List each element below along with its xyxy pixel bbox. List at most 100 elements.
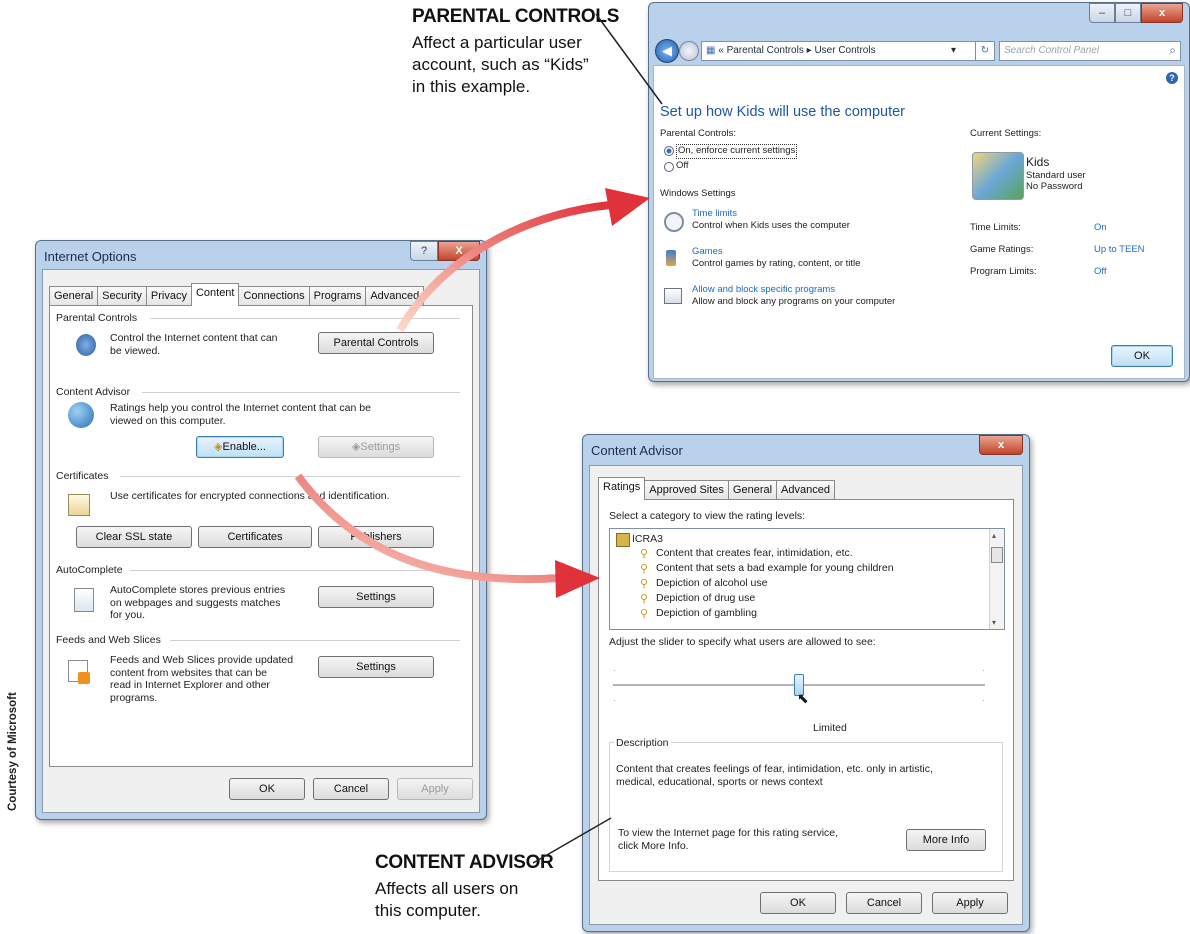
programs-link[interactable]: Allow and block specific programs — [692, 284, 835, 297]
user-controls-window: – □ x ◀ ▦ « Parental Controls ▸ User Con… — [648, 2, 1190, 382]
publishers-button[interactable]: Publishers — [318, 526, 434, 548]
category-item[interactable]: Depiction of alcohol use — [656, 577, 768, 590]
category-root[interactable]: ICRA3 — [632, 533, 663, 546]
radio-off-label[interactable]: Off — [676, 160, 689, 173]
breadcrumb-user-controls[interactable]: User Controls — [814, 45, 875, 56]
category-list[interactable]: ICRA3 ⚲ Content that creates fear, intim… — [609, 528, 1005, 630]
scrollbar[interactable]: ▴ ▾ — [989, 529, 1004, 629]
enable-button[interactable]: ◈Enable... — [196, 436, 284, 458]
tab-advanced[interactable]: Advanced — [365, 286, 425, 306]
slider-tick: · — [613, 696, 616, 705]
minimize-icon[interactable]: – — [1089, 3, 1115, 23]
help-icon[interactable]: ? — [410, 241, 438, 261]
refresh-icon[interactable]: ↻ — [975, 41, 995, 61]
radio-on-label[interactable]: On, enforce current settings — [676, 144, 798, 159]
shield-icon: ◈ — [214, 441, 223, 453]
feeds-settings-button[interactable]: Settings — [318, 656, 434, 678]
content-advisor-annotation-title: CONTENT ADVISOR — [375, 852, 554, 873]
tab-security[interactable]: Security — [97, 286, 147, 306]
text-line: on webpages and suggests matches — [110, 596, 281, 609]
window-title: Internet Options — [44, 249, 137, 264]
apply-button[interactable]: Apply — [397, 778, 473, 800]
tab-content[interactable]: Content — [190, 283, 240, 306]
tab-general[interactable]: General — [49, 286, 99, 306]
close-icon[interactable]: x — [1141, 3, 1183, 23]
content-advisor-header: Content Advisor — [56, 386, 131, 398]
mouse-cursor-icon: ⬉ — [797, 690, 809, 706]
time-limits-link[interactable]: Time limits — [692, 208, 737, 221]
cancel-button[interactable]: Cancel — [313, 778, 389, 800]
ratings-folder-icon — [616, 533, 630, 547]
ok-button[interactable]: OK — [1111, 345, 1173, 367]
certificates-button[interactable]: Certificates — [198, 526, 312, 548]
parental-controls-annotation-text: Affect a particular user account, such a… — [412, 32, 589, 98]
address-bar[interactable]: ▦ « Parental Controls ▸ User Controls ▾ — [701, 41, 977, 61]
scroll-thumb[interactable] — [991, 547, 1003, 563]
game-ratings-status-value: Up to TEEN — [1094, 244, 1145, 255]
text-line: Control the Internet content that can — [110, 332, 278, 344]
content-advisor-annotation-text: Affects all users on this computer. — [375, 878, 518, 922]
games-link[interactable]: Games — [692, 246, 723, 259]
parental-controls-icon — [76, 334, 96, 356]
search-icon[interactable]: ⌕ — [1169, 43, 1176, 58]
category-item[interactable]: Depiction of gambling — [656, 607, 757, 620]
forward-button[interactable] — [679, 41, 699, 61]
feeds-header: Feeds and Web Slices — [56, 634, 161, 646]
help-icon[interactable]: ? — [1166, 72, 1178, 84]
annotation-line: in this example. — [412, 77, 531, 96]
text-line: Ratings help you control the Internet co… — [110, 402, 371, 414]
divider — [120, 476, 460, 477]
annotation-line: Affects all users on — [375, 879, 519, 898]
divider — [170, 640, 460, 641]
tab-connections[interactable]: Connections — [238, 286, 310, 306]
clear-ssl-state-button[interactable]: Clear SSL state — [76, 526, 192, 548]
parental-controls-button[interactable]: Parental Controls — [318, 332, 434, 354]
autocomplete-header: AutoComplete — [56, 564, 123, 576]
ok-button[interactable]: OK — [760, 892, 836, 914]
caption-buttons: x — [979, 435, 1023, 455]
category-item[interactable]: Depiction of drug use — [656, 592, 755, 605]
cancel-button[interactable]: Cancel — [846, 892, 922, 914]
tab-approved-sites[interactable]: Approved Sites — [644, 480, 729, 500]
divider — [130, 570, 460, 571]
autocomplete-text: AutoComplete stores previous entries on … — [110, 584, 285, 622]
globe-star-icon — [68, 402, 94, 428]
divider — [142, 392, 460, 393]
arrow-head-user-controls — [605, 188, 650, 226]
slider-value-label: Limited — [813, 722, 847, 734]
tab-advanced[interactable]: Advanced — [776, 480, 835, 500]
ok-button[interactable]: OK — [229, 778, 305, 800]
back-button[interactable]: ◀ — [655, 39, 679, 63]
autocomplete-icon — [74, 588, 94, 612]
maximize-icon[interactable]: □ — [1115, 3, 1141, 23]
close-icon[interactable]: X — [438, 241, 480, 261]
autocomplete-settings-button[interactable]: Settings — [318, 586, 434, 608]
enable-button-label: Enable... — [222, 441, 266, 453]
games-icon — [666, 250, 676, 266]
content-advisor-client: Ratings Approved Sites General Advanced … — [589, 465, 1023, 925]
radio-off[interactable] — [664, 162, 674, 172]
key-icon: ⚲ — [640, 548, 649, 560]
dropdown-icon[interactable]: ▾ — [951, 42, 956, 60]
parental-controls-header: Parental Controls — [56, 312, 138, 324]
breadcrumb-parental-controls[interactable]: Parental Controls — [727, 45, 804, 56]
search-box[interactable]: Search Control Panel ⌕ — [999, 41, 1181, 61]
scroll-up-icon[interactable]: ▴ — [992, 531, 996, 540]
radio-on[interactable] — [664, 146, 674, 156]
more-info-button[interactable]: More Info — [906, 829, 986, 851]
apply-button[interactable]: Apply — [932, 892, 1008, 914]
category-item[interactable]: Content that sets a bad example for youn… — [656, 562, 894, 575]
tab-general[interactable]: General — [727, 480, 778, 500]
tab-ratings[interactable]: Ratings — [598, 477, 646, 500]
current-settings-label: Current Settings: — [970, 128, 1042, 139]
close-icon[interactable]: x — [979, 435, 1023, 455]
tab-privacy[interactable]: Privacy — [145, 286, 192, 306]
key-icon: ⚲ — [640, 593, 649, 605]
scroll-down-icon[interactable]: ▾ — [992, 618, 996, 627]
tab-programs[interactable]: Programs — [308, 286, 367, 306]
text-line: click More Info. — [618, 839, 689, 852]
settings-button-disabled[interactable]: ◈Settings — [318, 436, 434, 458]
category-item[interactable]: Content that creates fear, intimidation,… — [656, 547, 853, 560]
certificate-icon — [68, 494, 90, 516]
text-line: To view the Internet page for this ratin… — [618, 827, 839, 839]
